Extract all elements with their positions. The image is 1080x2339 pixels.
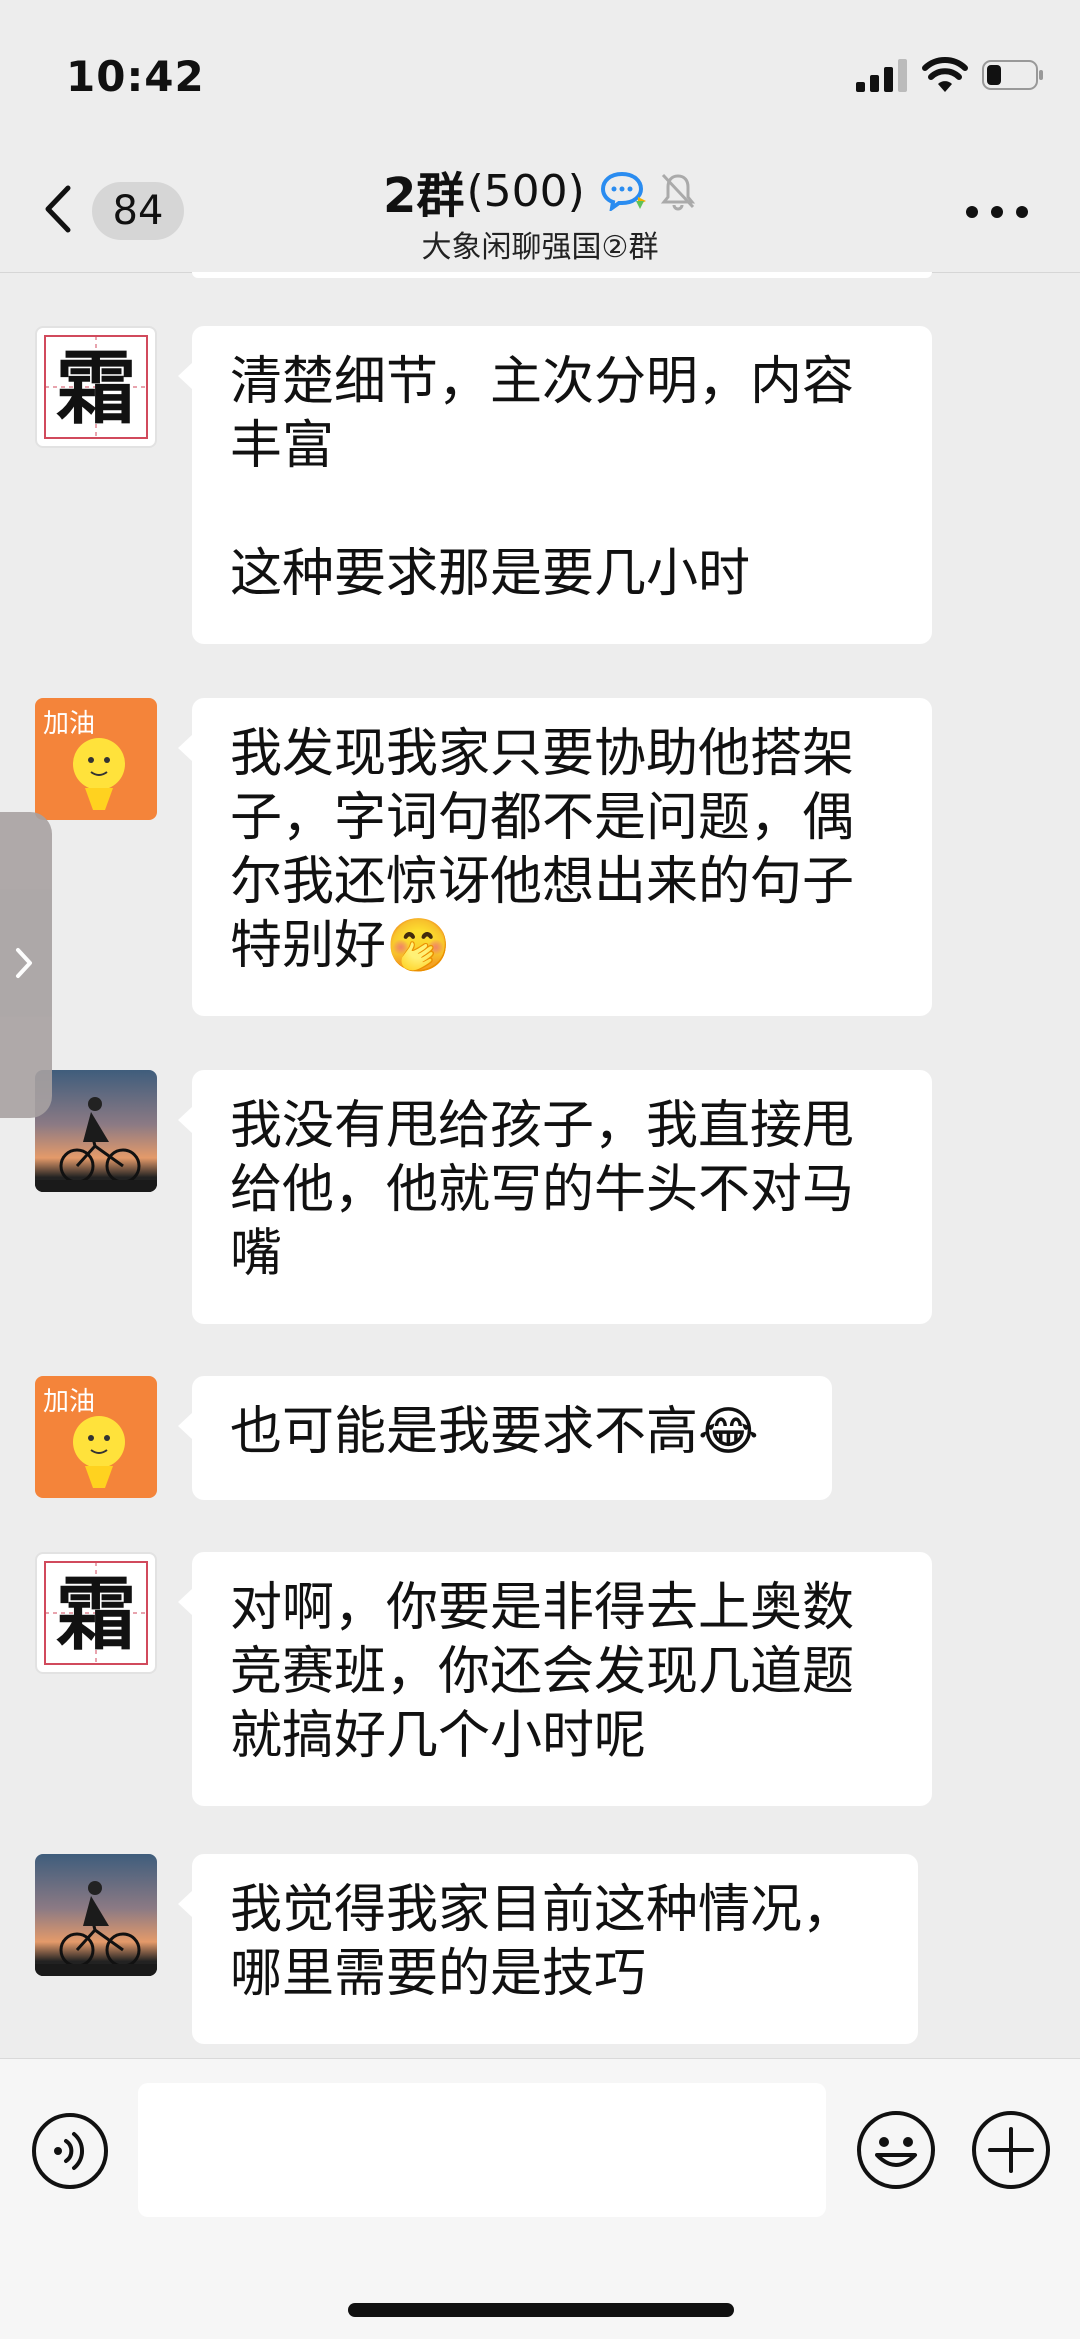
bicycle-avatar-icon bbox=[35, 1097, 157, 1192]
emoji-icon[interactable] bbox=[855, 2109, 937, 2191]
message-bubble[interactable]: 也可能是我要求不高😂 bbox=[178, 1376, 832, 1500]
message-list[interactable]: 霜 清楚细节，主次分明，内容 丰富 这种要求那是要几小时 加油 我发现我家只要协… bbox=[0, 272, 1080, 2058]
message-input[interactable] bbox=[138, 2083, 826, 2217]
floating-side-tab[interactable] bbox=[0, 812, 52, 1118]
home-indicator[interactable] bbox=[348, 2303, 734, 2317]
chat-bubble-icon bbox=[600, 171, 646, 211]
status-bar: 10:42 bbox=[0, 0, 1080, 150]
status-time: 10:42 bbox=[66, 52, 205, 101]
chat-title: 2群 bbox=[383, 168, 465, 224]
svg-text:加油: 加油 bbox=[43, 1387, 95, 1417]
chat-title-row[interactable]: 2群(500) bbox=[300, 156, 780, 226]
back-button[interactable]: 84 bbox=[40, 170, 200, 250]
chat-header: 84 2群(500) 大象闲聊强国②群 bbox=[0, 150, 1080, 273]
voice-icon[interactable] bbox=[30, 2111, 110, 2191]
previous-bubble-edge bbox=[192, 272, 932, 278]
mute-bell-icon bbox=[660, 173, 696, 211]
signal-icon bbox=[856, 59, 907, 92]
input-bar bbox=[0, 2058, 1080, 2339]
jiayou-avatar-icon: 加油 bbox=[43, 1387, 125, 1488]
shuang-avatar-icon: 霜 bbox=[44, 1561, 148, 1665]
bicycle-avatar-icon bbox=[35, 1881, 157, 1976]
avatar[interactable]: 加油 bbox=[35, 1376, 157, 1498]
member-count: (500) bbox=[466, 165, 585, 217]
unread-count-badge: 84 bbox=[92, 182, 184, 240]
svg-text:霜: 霜 bbox=[56, 341, 136, 435]
jiayou-avatar-icon: 加油 bbox=[43, 709, 125, 810]
avatar[interactable]: 加油 bbox=[35, 698, 157, 820]
svg-text:霜: 霜 bbox=[56, 1567, 136, 1661]
avatar[interactable]: 霜 bbox=[35, 326, 157, 448]
more-dots-icon[interactable] bbox=[962, 202, 1032, 222]
plus-icon[interactable] bbox=[970, 2109, 1052, 2191]
chat-subtitle: 大象闲聊强国②群 bbox=[421, 230, 659, 265]
message-bubble[interactable]: 我觉得我家目前这种情况， 哪里需要的是技巧 bbox=[178, 1854, 918, 2044]
avatar[interactable]: 霜 bbox=[35, 1552, 157, 1674]
avatar[interactable] bbox=[35, 1070, 157, 1192]
battery-icon bbox=[982, 60, 1043, 90]
message-bubble[interactable]: 对啊，你要是非得去上奥数 竞赛班，你还会发现几道题 就搞好几个小时呢 bbox=[178, 1552, 932, 1806]
chevron-right-icon bbox=[16, 948, 32, 978]
avatar[interactable] bbox=[35, 1854, 157, 1976]
message-bubble[interactable]: 我发现我家只要协助他搭架 子，字词句都不是问题，偶 尔我还惊讶他想出来的句子 特… bbox=[178, 698, 932, 1016]
svg-text:加油: 加油 bbox=[43, 709, 95, 739]
message-bubble[interactable]: 我没有甩给孩子，我直接甩 给他，他就写的牛头不对马 嘴 bbox=[178, 1070, 932, 1324]
shuang-avatar-icon: 霜 bbox=[44, 335, 148, 439]
message-bubble[interactable]: 清楚细节，主次分明，内容 丰富 这种要求那是要几小时 bbox=[178, 326, 932, 644]
wifi-icon bbox=[922, 57, 968, 92]
back-chevron-icon bbox=[45, 185, 71, 233]
